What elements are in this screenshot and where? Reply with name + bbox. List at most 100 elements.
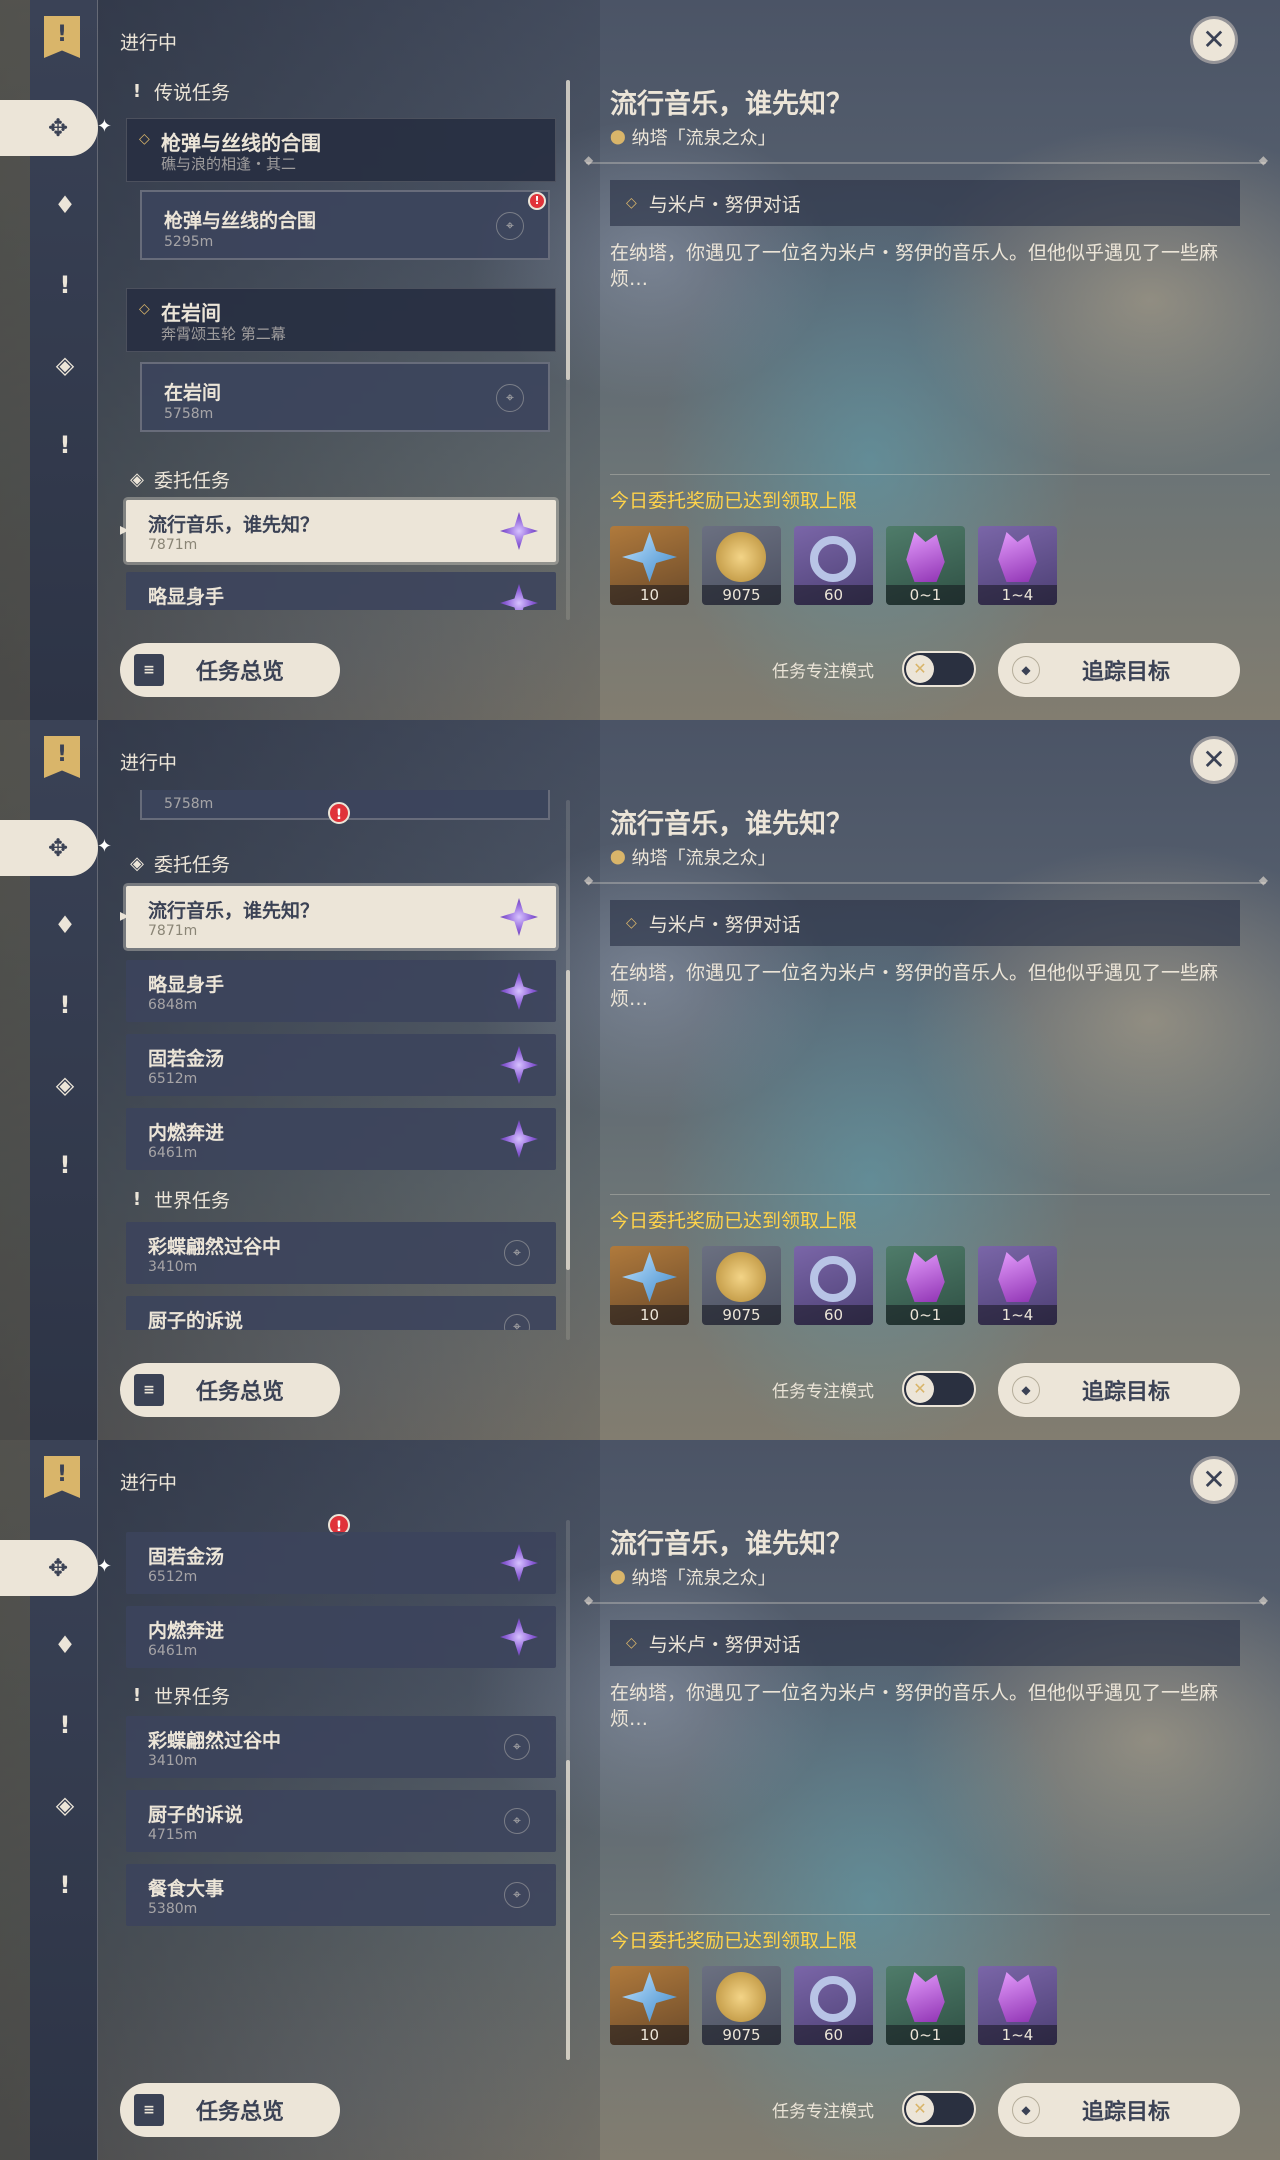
commission-item-selected[interactable]: ▶ 流行音乐，谁先知？ 7871m — [120, 500, 556, 562]
quest-name: 固若金汤 — [148, 1048, 225, 1070]
commission-item[interactable]: 固若金汤 6512m — [126, 1532, 556, 1594]
location-pin-icon[interactable]: ⌖ — [504, 1734, 530, 1760]
commission-icon[interactable]: ◈ — [42, 1782, 88, 1828]
status-title: 进行中 — [120, 32, 178, 54]
legend-quest-header[interactable]: ◇ 在岩间 奔霄颂玉轮 第二幕 — [126, 288, 556, 352]
commission-item[interactable]: 内燃奔进 6461m — [126, 1108, 556, 1170]
location-pin-icon[interactable]: ⌖ — [504, 1882, 530, 1908]
world-quest-icon[interactable]: ! — [42, 262, 88, 308]
legend-diamond-icon: ◇ — [139, 131, 150, 147]
reward-adventure-exp[interactable]: 60 — [794, 1246, 873, 1325]
quest-distance: 3410m — [148, 1753, 198, 1769]
legend-quest-step[interactable]: 枪弹与丝线的合围 5295m ⌖ — [140, 190, 550, 260]
track-target-button[interactable]: ◆ 追踪目标 — [998, 1363, 1240, 1417]
location-pin-icon[interactable]: ⌖ — [496, 384, 524, 412]
focus-mode-toggle[interactable]: ✕ — [902, 1371, 976, 1407]
selected-arrow-icon: ▶ — [120, 908, 129, 924]
location-pin-icon[interactable]: ⌖ — [504, 1808, 530, 1834]
reward-adventure-exp[interactable]: 60 — [794, 526, 873, 605]
world-quest-item[interactable]: 厨子的诉说 4715m ⌖ — [126, 1296, 556, 1330]
commission-item[interactable]: 略显身手 — [126, 572, 556, 610]
commission-star-icon — [500, 584, 538, 610]
world-quest-item[interactable]: 彩蝶翩然过谷中 3410m ⌖ — [126, 1716, 556, 1778]
reward-primogem[interactable]: 10 — [610, 1966, 689, 2045]
objective-text: 与米卢・努伊对话 — [648, 913, 801, 936]
world-quest-item[interactable]: 彩蝶翩然过谷中 3410m ⌖ — [126, 1222, 556, 1284]
event-quest-icon[interactable]: ! — [42, 422, 88, 468]
scrollbar-thumb[interactable] — [566, 970, 570, 1270]
quest-name: 彩蝶翩然过谷中 — [148, 1236, 282, 1258]
quest-overview-button[interactable]: ≡ 任务总览 — [120, 1363, 340, 1417]
world-quest-icon[interactable]: ! — [42, 982, 88, 1028]
quest-overview-button[interactable]: ≡ 任务总览 — [120, 643, 340, 697]
reward-mora[interactable]: 9075 — [702, 1966, 781, 2045]
commission-item[interactable]: 固若金汤 6512m — [126, 1034, 556, 1096]
legend-quest-step[interactable]: 在岩间 5758m ⌖ — [140, 362, 550, 432]
commission-icon[interactable]: ◈ — [42, 342, 88, 388]
commission-diamond-icon: ◈ — [130, 853, 144, 874]
commission-star-icon — [500, 1120, 538, 1158]
reward-crystal[interactable]: 0~1 — [886, 1966, 965, 2045]
world-quest-icon[interactable]: ! — [42, 1702, 88, 1748]
archon-quest-icon[interactable]: ♦ — [42, 1622, 88, 1668]
world-quest-item[interactable]: 餐食大事 5380m ⌖ — [126, 1864, 556, 1926]
reward-count: 9075 — [702, 2025, 781, 2045]
reward-count: 0~1 — [886, 1305, 965, 1325]
quest-distance: 3410m — [148, 1259, 198, 1275]
reward-limit-note: 今日委托奖励已达到领取上限 — [610, 1210, 858, 1232]
reward-mora[interactable]: 9075 — [702, 526, 781, 605]
focus-mode-toggle[interactable]: ✕ — [902, 651, 976, 687]
track-target-button[interactable]: ◆ 追踪目标 — [998, 2083, 1240, 2137]
reward-adventure-exp[interactable]: 60 — [794, 1966, 873, 2045]
quest-list[interactable]: ! 固若金汤 6512m 内燃奔进 6461m ! 世界任务 彩蝶翩然过谷中 3… — [120, 1510, 560, 2050]
close-button[interactable]: ✕ — [1190, 16, 1238, 64]
all-quests-icon[interactable]: ✥ ✦ — [0, 1540, 112, 1596]
quest-list[interactable]: 5758m ! ◈ 委托任务 ▶ 流行音乐，谁先知？ 7871m 略显身手 68… — [120, 790, 560, 1330]
section-legend: ! 传说任务 — [130, 78, 230, 105]
close-button[interactable]: ✕ — [1190, 736, 1238, 784]
all-quests-icon[interactable]: ✥ ✦ — [0, 100, 112, 156]
quest-distance: 4715m — [148, 1827, 198, 1843]
legend-quest-header[interactable]: ◇ 枪弹与丝线的合围 礁与浪的相逢・其二 — [126, 118, 556, 182]
commission-item-selected[interactable]: ▶ 流行音乐，谁先知？ 7871m — [120, 886, 556, 948]
adventure-exp-icon — [810, 1976, 856, 2022]
scrollbar[interactable] — [566, 80, 570, 620]
scrollbar-thumb[interactable] — [566, 80, 570, 380]
commission-diamond-icon: ◈ — [130, 469, 144, 490]
reward-crystal-cluster[interactable]: 1~4 — [978, 1246, 1057, 1325]
location-pin-icon[interactable]: ⌖ — [504, 1314, 530, 1330]
event-quest-icon[interactable]: ! — [42, 1862, 88, 1908]
close-button[interactable]: ✕ — [1190, 1456, 1238, 1504]
reward-crystal[interactable]: 0~1 — [886, 526, 965, 605]
quest-name: 厨子的诉说 — [148, 1804, 244, 1826]
all-quests-icon[interactable]: ✥ ✦ — [0, 820, 112, 876]
world-quest-item[interactable]: 厨子的诉说 4715m ⌖ — [126, 1790, 556, 1852]
location-pin-icon[interactable]: ⌖ — [504, 1240, 530, 1266]
quest-description: 在纳塔，你遇见了一位名为米卢・努伊的音乐人。但他似乎遇见了一些麻烦… — [610, 962, 1219, 1010]
reward-crystal-cluster[interactable]: 1~4 — [978, 1966, 1057, 2045]
commission-item[interactable]: 略显身手 6848m — [126, 960, 556, 1022]
location-pin-icon[interactable]: ⌖ — [496, 212, 524, 240]
reward-crystal[interactable]: 0~1 — [886, 1246, 965, 1325]
scrollbar[interactable] — [566, 800, 570, 1340]
quest-name: 在岩间 — [164, 382, 222, 404]
reward-primogem[interactable]: 10 — [610, 1246, 689, 1325]
objective-diamond-icon: ◇ — [626, 1635, 637, 1651]
scrollbar[interactable] — [566, 1520, 570, 2060]
quest-list[interactable]: ! 传说任务 ◇ 枪弹与丝线的合围 礁与浪的相逢・其二 枪弹与丝线的合围 529… — [120, 70, 560, 610]
exclamation-icon: ! — [132, 1189, 142, 1210]
reward-count: 9075 — [702, 1305, 781, 1325]
reward-primogem[interactable]: 10 — [610, 526, 689, 605]
reward-crystal-cluster[interactable]: 1~4 — [978, 526, 1057, 605]
archon-quest-icon[interactable]: ♦ — [42, 182, 88, 228]
track-target-button[interactable]: ◆ 追踪目标 — [998, 643, 1240, 697]
commission-item[interactable]: 内燃奔进 6461m — [126, 1606, 556, 1668]
focus-mode-toggle[interactable]: ✕ — [902, 2091, 976, 2127]
archon-quest-icon[interactable]: ♦ — [42, 902, 88, 948]
reward-count: 60 — [794, 1305, 873, 1325]
event-quest-icon[interactable]: ! — [42, 1142, 88, 1188]
scrollbar-thumb[interactable] — [566, 1760, 570, 2060]
commission-icon[interactable]: ◈ — [42, 1062, 88, 1108]
reward-mora[interactable]: 9075 — [702, 1246, 781, 1325]
quest-overview-button[interactable]: ≡ 任务总览 — [120, 2083, 340, 2137]
